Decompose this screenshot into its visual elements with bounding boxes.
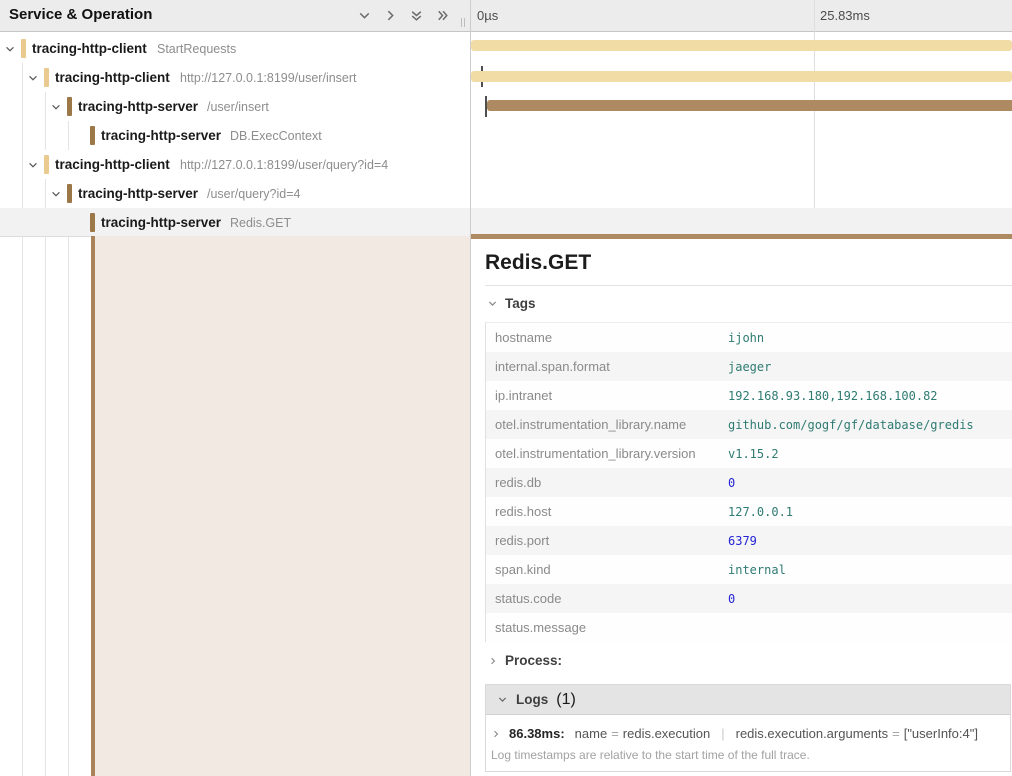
expand-all-double-chevron-right-icon[interactable] [435, 8, 450, 23]
tag-row: status.code0 [486, 584, 1012, 613]
log-entry[interactable]: 86.38ms: name = redis.execution | redis.… [491, 726, 1010, 741]
logs-section-header[interactable]: Logs (1) [486, 685, 1010, 715]
operation-name: http://127.0.0.1:8199/user/insert [180, 71, 357, 85]
tags-section-header[interactable]: Tags [487, 296, 536, 311]
tag-row: redis.host127.0.0.1 [486, 497, 1012, 526]
span-bar-server-insert[interactable] [487, 100, 1012, 111]
service-name: tracing-http-server [101, 128, 221, 143]
service-name: tracing-http-server [78, 99, 198, 114]
tag-row: span.kindinternal [486, 555, 1012, 584]
equals-sign: = [611, 726, 619, 741]
logs-label: Logs [516, 692, 548, 707]
tag-row: status.message [486, 613, 1012, 642]
tag-row: redis.db0 [486, 468, 1012, 497]
operation-name: StartRequests [157, 42, 236, 56]
logs-count: (1) [556, 691, 576, 709]
service-operation-title: Service & Operation [9, 6, 152, 23]
chevron-down-icon[interactable] [50, 101, 62, 113]
log-field-value: ["userInfo:4"] [904, 726, 978, 741]
tag-row: otel.instrumentation_library.namegithub.… [486, 410, 1012, 439]
timeline-gridline [814, 0, 815, 234]
operation-name: DB.ExecContext [230, 129, 322, 143]
indent-guide [68, 237, 69, 776]
tree-row-db-execcontext[interactable]: tracing-http-server DB.ExecContext [0, 121, 470, 150]
service-name: tracing-http-client [55, 157, 170, 172]
operation-name: Redis.GET [230, 216, 291, 230]
tag-row: ip.intranet192.168.93.180,192.168.100.82 [486, 381, 1012, 410]
field-separator: | [721, 726, 724, 741]
chevron-right-icon [488, 656, 498, 666]
column-resizer-grip[interactable] [461, 18, 465, 27]
chevron-down-icon[interactable] [50, 188, 62, 200]
service-color-chip [90, 126, 95, 145]
service-name: tracing-http-server [101, 215, 221, 230]
indent-guide [22, 237, 23, 776]
service-color-chip [90, 213, 95, 232]
service-name: tracing-http-client [32, 41, 147, 56]
tag-row: internal.span.formatjaeger [486, 352, 1012, 381]
service-color-chip [21, 39, 26, 58]
process-label: Process: [505, 653, 562, 668]
title-divider [485, 285, 1012, 286]
chevron-down-icon[interactable] [27, 159, 39, 171]
log-field-key: name [575, 726, 608, 741]
operation-name: http://127.0.0.1:8199/user/query?id=4 [180, 158, 388, 172]
indent-guide [45, 237, 46, 776]
equals-sign: = [892, 726, 900, 741]
tree-row-server-query[interactable]: tracing-http-server /user/query?id=4 [0, 179, 470, 208]
jaeger-trace-view: Service & Operation 0µs 25.83ms tracing-… [0, 0, 1012, 776]
chevron-right-icon [491, 729, 501, 739]
log-timestamp: 86.38ms: [509, 726, 565, 741]
tree-row-redis-get-selected[interactable]: tracing-http-server Redis.GET [0, 208, 470, 237]
chevron-down-icon[interactable] [27, 72, 39, 84]
tags-label: Tags [505, 296, 536, 311]
tree-row-start-requests[interactable]: tracing-http-client StartRequests [0, 34, 470, 63]
expand-one-chevron-right-icon[interactable] [383, 8, 398, 23]
collapse-all-double-chevron-down-icon[interactable] [409, 8, 424, 23]
tag-row: hostnameijohn [486, 323, 1012, 352]
chevron-down-icon[interactable] [4, 43, 16, 55]
service-name: tracing-http-client [55, 70, 170, 85]
process-section-header[interactable]: Process: [488, 653, 562, 668]
chevron-down-icon [497, 694, 508, 705]
detail-row-left-background [95, 236, 470, 776]
log-field-key: redis.execution.arguments [736, 726, 888, 741]
logs-footnote: Log timestamps are relative to the start… [491, 748, 1010, 762]
span-detail-title: Redis.GET [485, 251, 591, 275]
service-color-chip [44, 68, 49, 87]
timeline-ruler: 0µs 25.83ms [471, 0, 1012, 32]
collapse-one-chevron-down-icon[interactable] [357, 8, 372, 23]
tag-row: redis.port6379 [486, 526, 1012, 555]
tree-row-client-insert[interactable]: tracing-http-client http://127.0.0.1:819… [0, 63, 470, 92]
logs-section: Logs (1) 86.38ms: name = redis.execution… [485, 684, 1011, 772]
service-color-chip [67, 97, 72, 116]
selected-row-strip [471, 208, 1012, 234]
service-name: tracing-http-server [78, 186, 198, 201]
operation-name: /user/query?id=4 [207, 187, 300, 201]
timeline-tick-1: 25.83ms [820, 8, 870, 23]
log-field-value: redis.execution [623, 726, 710, 741]
span-bar-client-insert[interactable] [471, 71, 1012, 82]
span-detail-panel: Redis.GET Tags hostnameijohn internal.sp… [471, 239, 1012, 776]
tree-row-client-query[interactable]: tracing-http-client http://127.0.0.1:819… [0, 150, 470, 179]
timeline-tick-0: 0µs [477, 8, 498, 23]
tree-row-server-insert[interactable]: tracing-http-server /user/insert [0, 92, 470, 121]
tags-table: hostnameijohn internal.span.formatjaeger… [485, 322, 1012, 642]
tag-row: otel.instrumentation_library.versionv1.1… [486, 439, 1012, 468]
service-color-chip [67, 184, 72, 203]
span-tree-header: Service & Operation [0, 0, 470, 32]
chevron-down-icon [487, 298, 498, 309]
operation-name: /user/insert [207, 100, 269, 114]
service-color-chip [44, 155, 49, 174]
span-bar-start-requests[interactable] [471, 40, 1012, 51]
tree-controls [357, 8, 450, 23]
